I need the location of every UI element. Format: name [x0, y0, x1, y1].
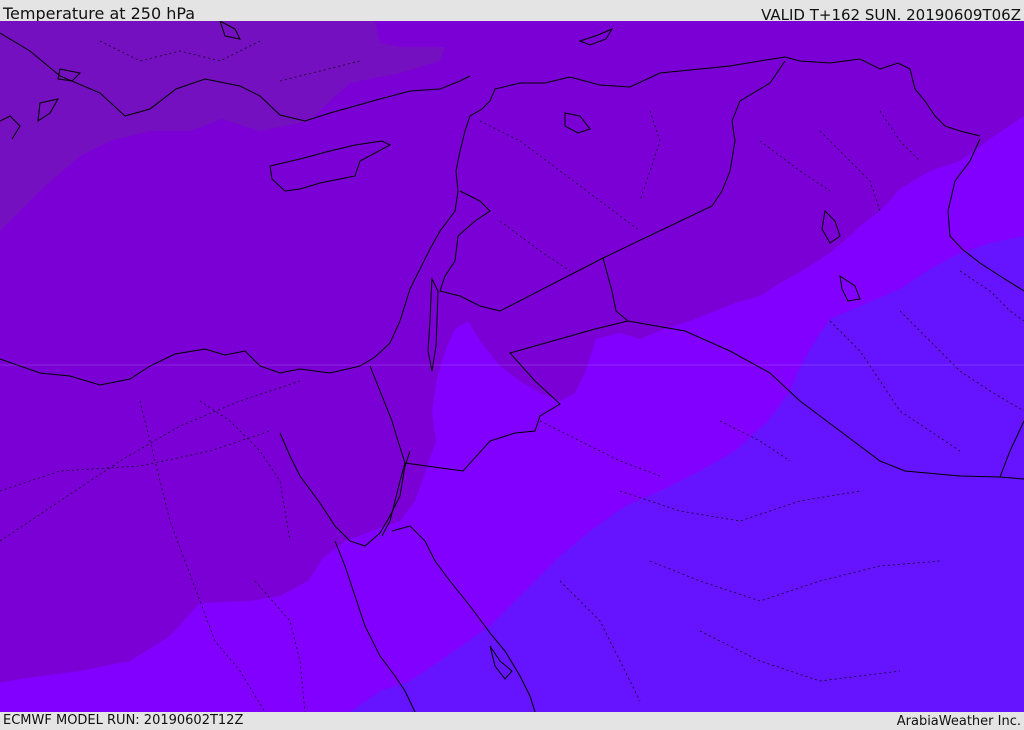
header-bar: Temperature at 250 hPa VALID T+162 SUN. … [0, 0, 1024, 24]
model-run-label: ECMWF MODEL RUN: 20190602T12Z [3, 713, 244, 728]
temperature-map[interactable] [0, 21, 1024, 712]
footer-bar: ECMWF MODEL RUN: 20190602T12Z ArabiaWeat… [0, 712, 1024, 729]
credit-label: ArabiaWeather Inc. [896, 714, 1021, 729]
